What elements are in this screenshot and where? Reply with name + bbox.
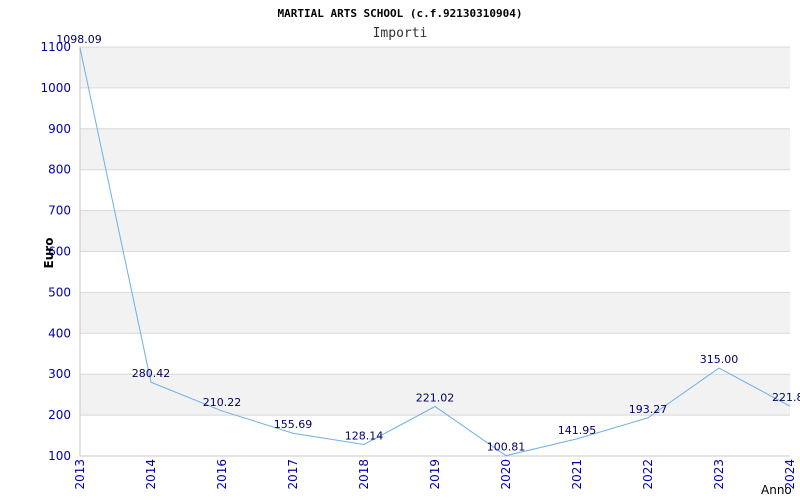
- data-label-2014: 280.42: [132, 367, 171, 380]
- x-tick-label: 2023: [712, 459, 726, 490]
- grid-bands: [80, 47, 790, 416]
- data-label-2019: 221.02: [416, 392, 455, 405]
- x-tick-label: 2013: [73, 459, 87, 490]
- data-label-2018: 128.14: [345, 429, 384, 442]
- y-tick-label: 100: [48, 449, 71, 463]
- x-tick-label: 2019: [428, 459, 442, 490]
- x-axis-title: Anno: [761, 483, 792, 497]
- x-tick-label: 2020: [499, 459, 513, 490]
- data-label-2020: 100.81: [487, 441, 526, 454]
- y-tick-label: 800: [48, 163, 71, 177]
- x-tick-labels: 2013 2014 2016 2017 2018 2019 2020 2021 2022 2023…: [73, 459, 797, 490]
- data-label-2016: 210.22: [203, 396, 242, 409]
- grid-band: [80, 210, 790, 252]
- grid-band: [80, 292, 790, 334]
- x-tick-label: 2016: [215, 459, 229, 490]
- x-tick-label: 2021: [570, 459, 584, 490]
- data-label-2017: 155.69: [274, 418, 313, 431]
- y-tick-label: 400: [48, 326, 71, 340]
- x-tick-label: 2017: [286, 459, 300, 490]
- grid-band: [80, 47, 790, 88]
- y-tick-label: 1000: [40, 81, 71, 95]
- chart-title: MARTIAL ARTS SCHOOL (c.f.92130310904): [277, 7, 522, 20]
- y-tick-label: 900: [48, 122, 71, 136]
- y-tick-label: 700: [48, 204, 71, 218]
- data-label-2023: 315.00: [700, 353, 739, 366]
- chart-subtitle: Importi: [373, 26, 428, 41]
- data-label-2022: 193.27: [629, 403, 668, 416]
- line-chart: 1098.09280.42210.22155.69128.14221.02100…: [40, 7, 800, 497]
- y-tick-label: 500: [48, 285, 71, 299]
- grid-band: [80, 128, 790, 170]
- x-tick-label: 2022: [641, 459, 655, 490]
- y-axis-title: Euro: [42, 238, 56, 269]
- x-tick-label: 2014: [144, 459, 158, 490]
- data-label-2021: 141.95: [558, 424, 597, 437]
- data-label-2024: 221.8: [772, 391, 800, 404]
- y-tick-label: 1100: [40, 40, 71, 54]
- y-tick-label: 200: [48, 408, 71, 422]
- x-tick-label: 2018: [357, 459, 371, 490]
- y-tick-label: 300: [48, 367, 71, 381]
